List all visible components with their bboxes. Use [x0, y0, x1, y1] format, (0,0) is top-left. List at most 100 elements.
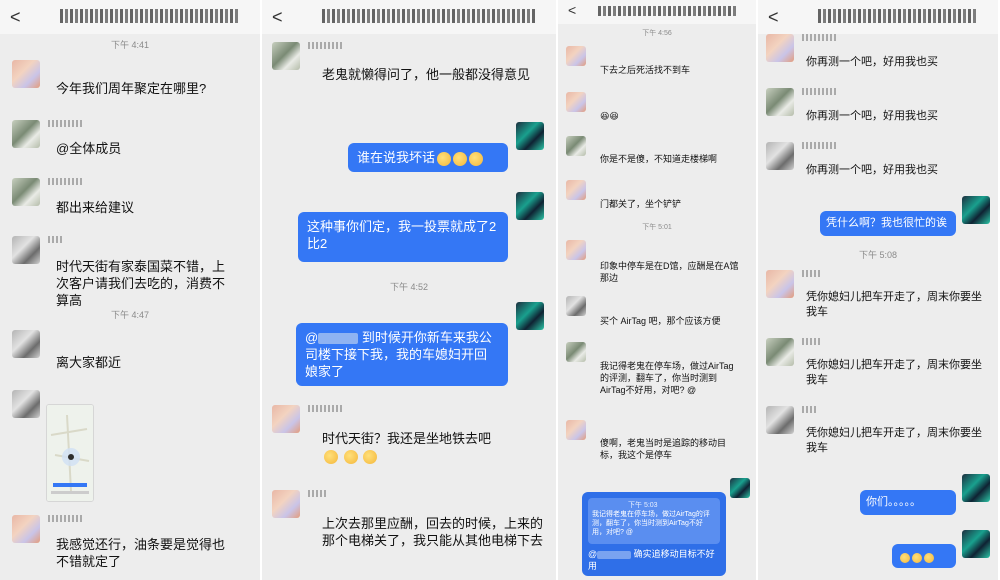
avatar[interactable]: [962, 196, 990, 224]
emoji-icon: [343, 449, 358, 464]
nickname: [48, 178, 84, 185]
avatar[interactable]: [566, 46, 586, 66]
mention[interactable]: @: [305, 330, 318, 345]
avatar[interactable]: [566, 296, 586, 316]
nickname: [48, 515, 84, 522]
message-text: 你再测一个吧，好用我也买: [806, 164, 938, 176]
chat-panel-1: < 下午 4:41 今年我们周年聚定在哪里? @全体成员 都出来给建议 时代天街…: [0, 0, 262, 580]
nickname: [308, 405, 344, 412]
emoji-icon: [900, 552, 910, 563]
avatar[interactable]: [12, 515, 40, 543]
message-text: 离大家都近: [56, 355, 122, 370]
nickname: [308, 42, 344, 49]
avatar[interactable]: [272, 490, 300, 518]
avatar[interactable]: [962, 474, 990, 502]
my-message: @ 到时候开你新车来我公司楼下接下我，我的车媳妇开回娘家了: [296, 323, 508, 386]
timestamp: 下午 4:41: [110, 40, 150, 50]
message-text: 时代天街？我还是坐地铁去吧: [322, 430, 532, 464]
avatar[interactable]: [12, 390, 40, 418]
back-icon[interactable]: <: [568, 2, 576, 18]
nav-bar: <: [758, 0, 998, 34]
message-text: 上次去那里应酬，回去的时候，上来的那个电梯关了，我只能从其他电梯下去: [322, 516, 544, 548]
my-quote-message: 下午 5:03 我记得老鬼在停车场，做过AirTag的评测，翻车了，你当时测到A…: [582, 492, 726, 576]
avatar[interactable]: [516, 122, 544, 150]
avatar[interactable]: [766, 34, 794, 62]
redacted-name: [318, 333, 359, 345]
my-message: 这种事你们定，我一投票就成了2比2: [298, 212, 508, 262]
my-message: 谁在说我坏话: [348, 143, 508, 172]
emoji-icon: [469, 151, 484, 166]
message-text: 时代天街有家泰国菜不错，上次客户请我们去吃的，消费不算高: [56, 259, 226, 308]
nav-bar: <: [0, 0, 260, 34]
chat-panel-2: < 老鬼就懒得问了，他一般都没得意见 谁在说我坏话 这种事你们定，我一投票就成了…: [262, 0, 558, 580]
timestamp: 下午 4:52: [389, 282, 429, 292]
message-text: 你再测一个吧，好用我也买: [806, 56, 938, 68]
avatar[interactable]: [12, 60, 40, 88]
message-text: 今年我们周年聚定在哪里?: [56, 81, 207, 96]
map-image[interactable]: [46, 404, 94, 502]
avatar[interactable]: [272, 42, 300, 70]
avatar[interactable]: [766, 270, 794, 298]
emoji-icon: [324, 449, 338, 464]
emoji-icon: [453, 151, 468, 166]
avatar[interactable]: [516, 302, 544, 330]
back-icon[interactable]: <: [10, 7, 21, 28]
mention[interactable]: @: [588, 549, 597, 559]
avatar[interactable]: [766, 338, 794, 366]
avatar[interactable]: [566, 240, 586, 260]
timestamp: 下午 5:01: [642, 224, 672, 231]
message-text: 老鬼就懒得问了，他一般都没得意见: [322, 67, 531, 82]
avatar[interactable]: [766, 88, 794, 116]
message-text: @全体成员: [56, 141, 122, 156]
back-icon[interactable]: <: [272, 7, 283, 28]
timestamp: 下午 5:08: [858, 250, 898, 260]
emoji-icon: [363, 449, 378, 464]
my-message: [892, 544, 956, 568]
message-text: 印象中停车是在D馆，应酬是在A馆那边: [600, 261, 739, 283]
message-text: 谁在说我坏话: [357, 150, 436, 165]
message-text: 我记得老鬼在停车场，做过AirTag的评测，翻车了，你当时测到AirTag不好用…: [600, 361, 734, 395]
avatar[interactable]: [12, 178, 40, 206]
avatar[interactable]: [566, 342, 586, 362]
avatar[interactable]: [12, 236, 40, 264]
timestamp: 下午 4:47: [110, 310, 150, 320]
avatar[interactable]: [962, 530, 990, 558]
nav-bar: <: [558, 0, 756, 24]
avatar[interactable]: [766, 406, 794, 434]
nickname: [48, 236, 62, 243]
avatar[interactable]: [12, 330, 40, 358]
chat-title: [60, 9, 240, 23]
nav-bar: <: [262, 0, 556, 34]
nickname: [48, 120, 84, 127]
avatar[interactable]: [566, 420, 586, 440]
nickname: [308, 490, 328, 497]
nickname: [802, 88, 838, 95]
message-text: 你再测一个吧，好用我也买: [806, 110, 938, 122]
emoji-icon: [912, 552, 922, 563]
map-icon: [47, 405, 93, 501]
avatar[interactable]: [766, 142, 794, 170]
quoted-message[interactable]: 下午 5:03 我记得老鬼在停车场，做过AirTag的评测，翻车了，你当时测到A…: [588, 498, 720, 544]
avatar[interactable]: [12, 120, 40, 148]
avatar[interactable]: [730, 478, 750, 498]
chat-title: [598, 6, 736, 16]
chat-title: [322, 9, 536, 23]
message-text: 门都关了，坐个铲铲: [600, 199, 682, 209]
back-icon[interactable]: <: [768, 7, 779, 28]
chat-panel-4: < 你再测一个吧，好用我也买 你再测一个吧，好用我也买 你再测一个吧，好用我也买…: [758, 0, 1000, 580]
message-text: 😆😆: [600, 111, 619, 121]
avatar[interactable]: [566, 180, 586, 200]
nickname: [802, 338, 820, 345]
message-text: 凭你媳妇儿把车开走了，周末你要坐我车: [806, 427, 982, 454]
my-message: 凭什么啊？我也很忙的诶: [820, 211, 956, 236]
message-text: 你是不是傻，不知道走楼梯啊: [600, 154, 718, 164]
avatar[interactable]: [516, 192, 544, 220]
message-text: 买个 AirTag 吧，那个应该方便: [600, 316, 721, 326]
avatar[interactable]: [272, 405, 300, 433]
avatar[interactable]: [566, 136, 586, 156]
avatar[interactable]: [566, 92, 586, 112]
message-text: 这种事你们定，我一投票就成了2比2: [307, 219, 497, 251]
emoji-icon: [437, 151, 452, 166]
quote-text: 我记得老鬼在停车场，做过AirTag的评测，翻车了，你当时测到AirTag不好用…: [592, 511, 710, 536]
message-text: 我感觉还行，油条要是觉得也不错就定了: [56, 537, 226, 569]
